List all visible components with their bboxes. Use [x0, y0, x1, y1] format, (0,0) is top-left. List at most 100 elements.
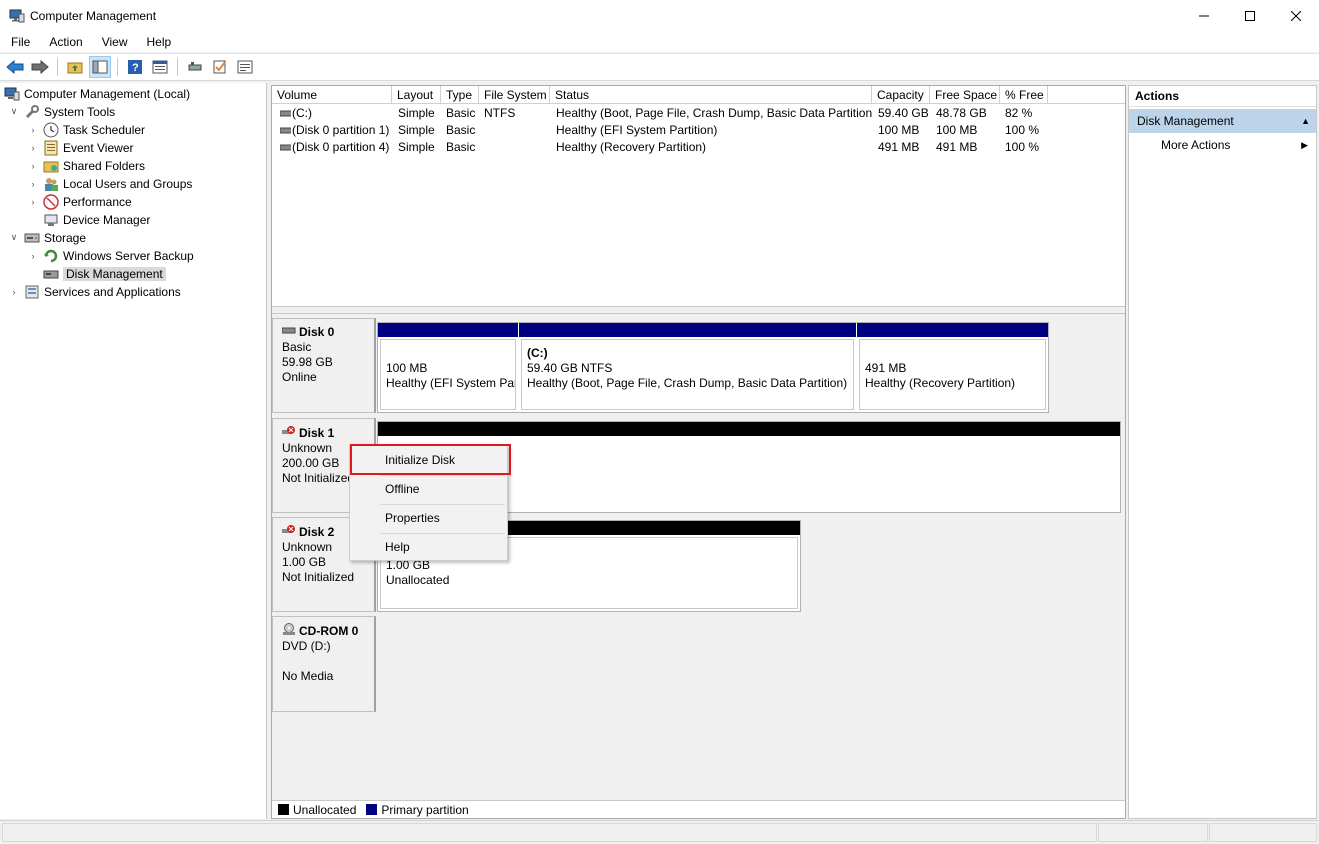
minimize-icon	[1199, 15, 1209, 16]
help-icon: ?	[128, 60, 142, 74]
tree-disk-management[interactable]: Disk Management	[27, 265, 166, 282]
column-header-file-system[interactable]: File System	[479, 86, 550, 104]
shared-folder-icon	[43, 158, 59, 174]
tree-device-manager[interactable]: Device Manager	[27, 211, 150, 228]
tree-storage[interactable]: ∨ Storage	[8, 229, 86, 246]
partition-efi[interactable]: 100 MB Healthy (EFI System Par	[378, 323, 518, 412]
performance-icon	[43, 193, 59, 210]
backup-icon	[43, 248, 59, 264]
maximize-icon	[1245, 10, 1255, 21]
window-title: Computer Management	[30, 8, 157, 23]
chevron-down-icon[interactable]: ∨	[8, 106, 20, 117]
chevron-right-icon[interactable]: ›	[27, 161, 39, 171]
chevron-right-icon[interactable]: ›	[8, 287, 20, 297]
pane-splitter[interactable]	[272, 306, 1125, 314]
status-bar	[0, 820, 1319, 844]
svg-text:?: ?	[132, 62, 139, 74]
disk-legend: Unallocated Primary partition	[272, 800, 1125, 818]
up-folder-button[interactable]	[64, 56, 86, 78]
column-header-free-space[interactable]: Free Space	[930, 86, 1000, 104]
disk-icon	[281, 325, 296, 340]
menu-view[interactable]: View	[91, 35, 136, 49]
offline-menu-item[interactable]: Offline	[350, 475, 507, 504]
storage-icon	[24, 230, 40, 246]
forward-icon	[31, 60, 49, 74]
back-button[interactable]	[4, 56, 26, 78]
connect-icon	[188, 62, 202, 71]
properties-icon	[152, 60, 168, 74]
column-header-capacity[interactable]: Capacity	[872, 86, 930, 104]
legend-unallocated: Unallocated	[293, 802, 357, 817]
connect-button[interactable]	[184, 56, 206, 78]
disk-icon	[43, 266, 59, 282]
column-header-percent-free[interactable]: % Free	[1000, 86, 1048, 104]
chevron-right-icon[interactable]: ›	[27, 125, 39, 135]
column-header-layout[interactable]: Layout	[392, 86, 441, 104]
table-row[interactable]: (C:) Simple Basic NTFS Healthy (Boot, Pa…	[272, 105, 1125, 122]
partition-c[interactable]: (C:) 59.40 GB NTFS Healthy (Boot, Page F…	[519, 323, 856, 412]
computer-icon	[4, 86, 20, 102]
show-hide-tree-icon	[92, 60, 108, 74]
forward-button[interactable]	[29, 56, 51, 78]
properties-button[interactable]	[149, 56, 171, 78]
navigation-tree: Computer Management (Local) ∨ System Too…	[0, 83, 267, 819]
chevron-right-icon[interactable]: ›	[27, 251, 39, 261]
menu-action[interactable]: Action	[38, 35, 90, 49]
check-button[interactable]	[209, 56, 231, 78]
help-menu-item[interactable]: Help	[350, 533, 507, 562]
actions-pane: Actions Disk Management ▲ More Actions ▶	[1128, 85, 1317, 819]
legend-primary-partition: Primary partition	[381, 802, 469, 817]
volume-list: Volume Layout Type File System Status Ca…	[272, 86, 1125, 306]
check-icon	[213, 60, 226, 74]
cdrom-0-label[interactable]: CD-ROM 0 DVD (D:) No Media	[272, 616, 376, 712]
chevron-right-icon[interactable]: ›	[27, 197, 39, 207]
menu-bar: File Action View Help	[0, 31, 1319, 52]
show-hide-tree-button[interactable]	[89, 56, 111, 78]
disk-error-icon	[282, 524, 296, 540]
table-row[interactable]: (Disk 0 partition 4) Simple Basic Health…	[272, 139, 1125, 156]
tree-shared-folders[interactable]: › Shared Folders	[27, 157, 146, 174]
column-header-status[interactable]: Status	[550, 86, 872, 104]
tree-event-viewer[interactable]: › Event Viewer	[27, 139, 133, 156]
properties-menu-item[interactable]: Properties	[350, 504, 507, 533]
chevron-down-icon[interactable]: ∨	[8, 232, 20, 243]
toolbar-separator	[117, 58, 118, 76]
highlight-annotation	[350, 444, 511, 475]
collapse-up-icon[interactable]: ▲	[1301, 109, 1310, 133]
column-header-volume[interactable]: Volume	[272, 86, 392, 104]
actions-header: Actions	[1129, 86, 1316, 107]
disk-error-icon	[282, 425, 296, 441]
close-button[interactable]	[1273, 0, 1319, 31]
menu-help[interactable]: Help	[136, 35, 180, 49]
tree-performance[interactable]: › Performance	[27, 193, 132, 210]
computer-management-icon	[9, 8, 25, 24]
chevron-right-icon[interactable]: ›	[27, 179, 39, 189]
tree-server-backup[interactable]: › Windows Server Backup	[27, 247, 194, 264]
device-manager-icon	[43, 212, 59, 228]
unallocated-swatch	[278, 804, 289, 815]
cdrom-icon	[282, 623, 296, 639]
list-icon	[237, 60, 253, 74]
disk-0-label[interactable]: Disk 0 Basic 59.98 GB Online	[272, 318, 376, 413]
partition-recovery[interactable]: 491 MB Healthy (Recovery Partition)	[857, 323, 1048, 412]
clock-icon	[43, 122, 59, 138]
tree-services-apps[interactable]: › Services and Applications	[8, 283, 181, 300]
tools-icon	[24, 104, 40, 120]
disk-0-partitions: 100 MB Healthy (EFI System Par (C:) 59.4…	[377, 322, 1049, 413]
actions-group-disk-management[interactable]: Disk Management ▲	[1129, 109, 1316, 133]
menu-file[interactable]: File	[0, 35, 38, 49]
minimize-button[interactable]	[1181, 0, 1227, 31]
column-header-type[interactable]: Type	[441, 86, 479, 104]
help-button[interactable]: ?	[124, 56, 146, 78]
toolbar: ?	[0, 53, 1319, 81]
tree-local-users[interactable]: › Local Users and Groups	[27, 175, 192, 192]
maximize-button[interactable]	[1227, 0, 1273, 31]
chevron-right-icon[interactable]: ›	[27, 143, 39, 153]
table-row[interactable]: (Disk 0 partition 1) Simple Basic Health…	[272, 122, 1125, 139]
tree-system-tools[interactable]: ∨ System Tools	[8, 103, 115, 120]
list-button[interactable]	[234, 56, 256, 78]
more-actions-item[interactable]: More Actions ▶	[1129, 133, 1316, 157]
tree-computer-management[interactable]: Computer Management (Local)	[4, 85, 190, 102]
title-bar: Computer Management	[0, 0, 1319, 31]
tree-task-scheduler[interactable]: › Task Scheduler	[27, 121, 145, 138]
